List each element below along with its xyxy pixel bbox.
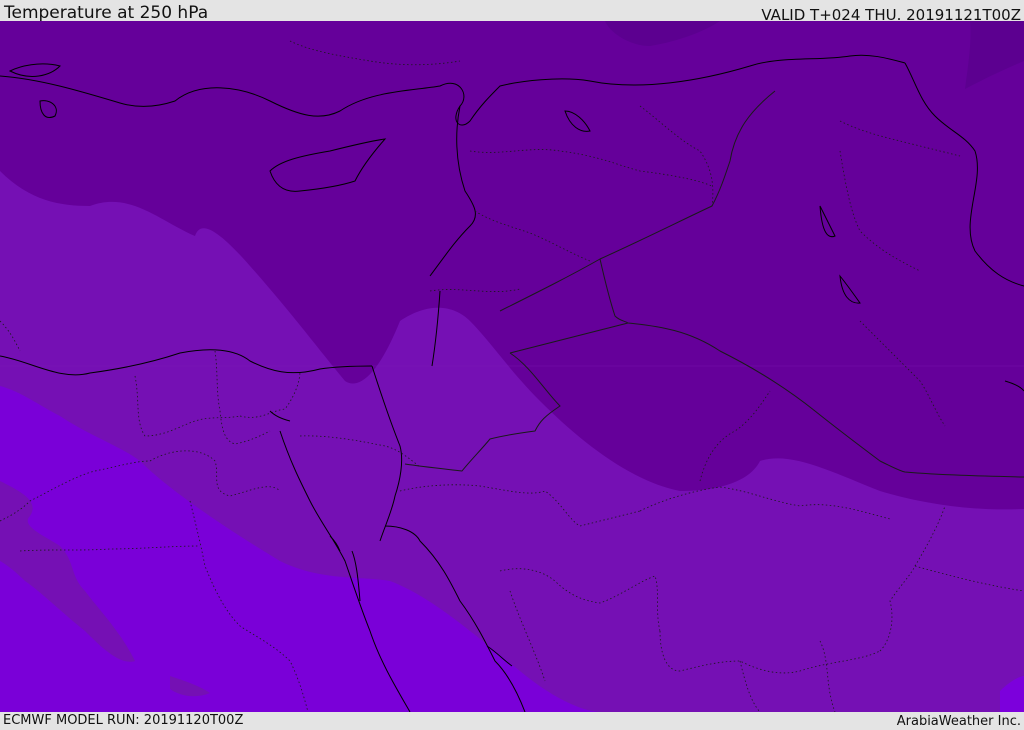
credit-label: ArabiaWeather Inc. [896, 714, 1021, 729]
footer-bar: ECMWF MODEL RUN: 20191120T00Z ArabiaWeat… [0, 712, 1024, 729]
temperature-map [0, 21, 1024, 712]
model-run: ECMWF MODEL RUN: 20191120T00Z [3, 713, 244, 728]
map-title: Temperature at 250 hPa [4, 3, 209, 23]
map-viewer: Temperature at 250 hPa VALID T+024 THU. … [0, 0, 1024, 729]
header-bar: Temperature at 250 hPa VALID T+024 THU. … [0, 0, 1024, 24]
